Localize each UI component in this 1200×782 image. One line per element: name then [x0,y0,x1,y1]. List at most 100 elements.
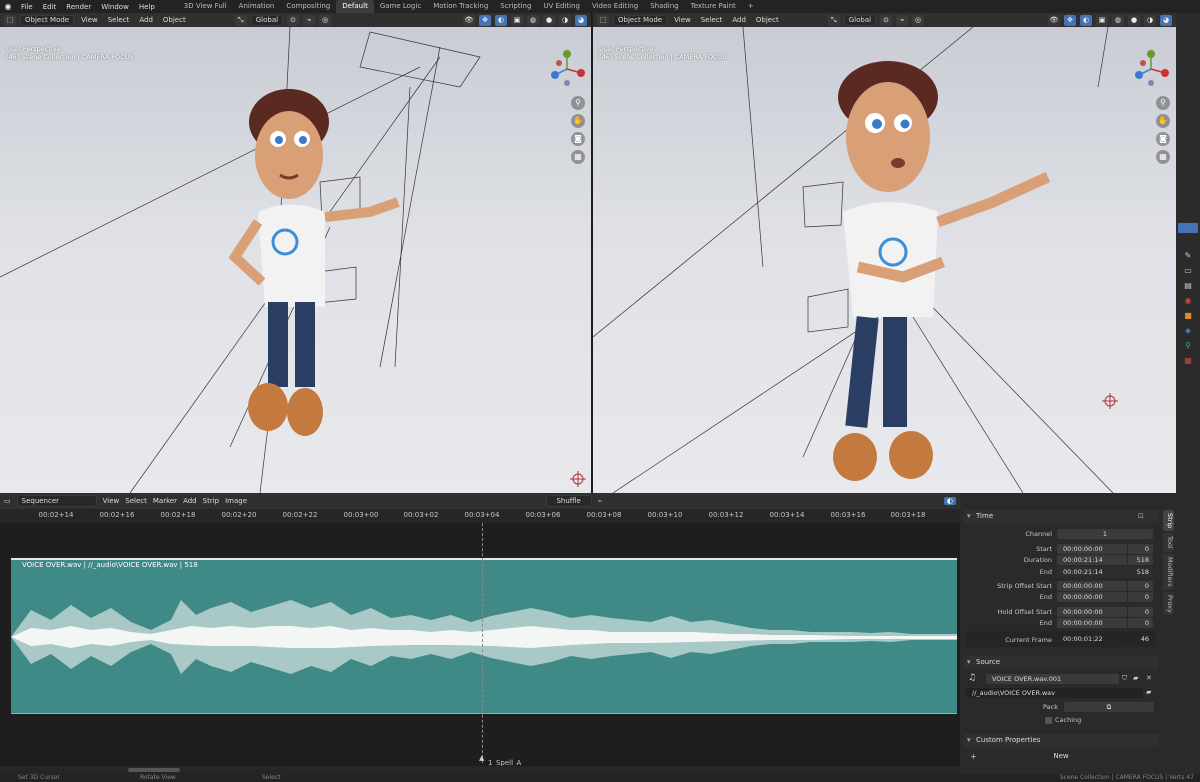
proportional-icon[interactable]: ◎ [319,14,332,26]
navigation-gizmo[interactable] [1131,49,1171,89]
xray-icon[interactable]: ▣ [1096,14,1108,26]
menu-add[interactable]: Add [183,497,197,505]
viewport-right-canvas[interactable]: User Perspective (46) Scene Collection |… [593,27,1176,493]
menu-add[interactable]: Add [729,16,749,24]
transform-orientation-icon[interactable]: ⤡ [234,14,247,26]
menu-add[interactable]: Add [136,16,156,24]
menu-view[interactable]: View [78,16,101,24]
strip-offset-start-field[interactable]: 00:00:00:00 [1057,581,1127,591]
mode-dropdown[interactable]: Object Mode [20,14,75,26]
constraint-icon[interactable]: ⚲ [1176,341,1200,350]
snap-icon[interactable]: ⌁ [896,14,909,26]
sound-icon[interactable]: ♫ [968,673,976,683]
start-field[interactable]: 00:00:00:00 [1057,544,1127,554]
menu-strip[interactable]: Strip [203,497,219,505]
folder-icon[interactable]: ▰ [1133,674,1138,682]
shading-material-icon[interactable]: ◑ [1144,14,1156,26]
gizmo-toggle-icon[interactable]: ✥ [1064,14,1076,26]
horizontal-scrollbar[interactable] [0,766,960,774]
viewport-left[interactable]: ⬚ Object Mode View Select Add Object ⤡ G… [0,13,591,493]
pivot-icon[interactable]: ⊙ [880,14,893,26]
shading-wire-icon[interactable]: ◍ [527,14,539,26]
menu-select[interactable]: Select [698,16,726,24]
hold-offset-start-frame-field[interactable]: 0 [1128,607,1153,617]
sequencer-type-dropdown[interactable]: Sequencer [16,495,97,507]
strip-offset-start-frame-field[interactable]: 0 [1128,581,1153,591]
zoom-icon[interactable]: ⚲ [1156,96,1170,110]
menu-view[interactable]: View [671,16,694,24]
gizmo-toggle-icon[interactable]: ✥ [479,14,491,26]
start-frame-field[interactable]: 0 [1128,544,1153,554]
scene-icon[interactable]: ◉ [1176,296,1200,305]
tab-animation[interactable]: Animation [233,0,281,13]
orientation-dropdown[interactable]: Global [843,14,877,26]
tool-icon[interactable]: ✎ [1176,251,1200,260]
tab-video-editing[interactable]: Video Editing [586,0,644,13]
grid-ortho-icon[interactable]: ▦ [571,150,585,164]
tab-shading[interactable]: Shading [644,0,684,13]
new-property-button[interactable]: New [966,751,1156,762]
camera-icon[interactable]: ◙ [1156,132,1170,146]
scrollbar-thumb[interactable] [128,768,180,772]
tab-compositing[interactable]: Compositing [280,0,336,13]
duration-field[interactable]: 00:00:21:14 [1057,555,1127,565]
time-panel-header[interactable]: Time [964,510,1158,523]
marker-icon[interactable]: ▲ [479,754,484,762]
active-tab-indicator[interactable] [1178,223,1198,233]
output-icon[interactable]: ▤ [1176,281,1200,290]
menu-select[interactable]: Select [105,16,133,24]
tab-default[interactable]: Default [336,0,374,13]
tab-3d-view-full[interactable]: 3D View Full [178,0,233,13]
pan-hand-icon[interactable]: ✋ [571,114,585,128]
pivot-icon[interactable]: ⊙ [287,14,300,26]
menu-window[interactable]: Window [96,3,134,11]
snap-icon[interactable]: ⌁ [598,497,602,505]
render-icon[interactable]: ▭ [1176,266,1200,275]
file-browse-icon[interactable]: ▰ [1146,688,1151,696]
hold-offset-end-frame-field[interactable]: 0 [1128,618,1153,628]
menu-render[interactable]: Render [61,3,96,11]
orientation-dropdown[interactable]: Global [250,14,284,26]
tab-scripting[interactable]: Scripting [494,0,537,13]
source-panel-header[interactable]: Source [964,656,1158,669]
visibility-icon[interactable]: 👁 [1048,14,1060,26]
custom-properties-header[interactable]: Custom Properties [964,734,1158,747]
hold-offset-end-field[interactable]: 00:00:00:00 [1057,618,1127,628]
navigation-gizmo[interactable] [547,49,587,89]
overlay-toggle-icon[interactable]: ◐ [495,14,507,26]
proportional-icon[interactable]: ◎ [912,14,925,26]
tab-tool[interactable]: Tool [1163,533,1174,552]
pan-hand-icon[interactable]: ✋ [1156,114,1170,128]
blender-logo-icon[interactable]: ◉ [0,2,16,11]
mode-dropdown[interactable]: Object Mode [613,14,668,26]
tab-uv-editing[interactable]: UV Editing [537,0,586,13]
object-icon[interactable]: ■ [1176,311,1200,320]
shading-rendered-icon[interactable]: ◕ [1160,14,1172,26]
duration-frames-field[interactable]: 518 [1128,555,1153,565]
editor-type-icon[interactable]: ⬚ [4,14,16,26]
viewport-right[interactable]: ⬚ Object Mode View Select Add Object ⤡ G… [593,13,1176,493]
modifier-icon[interactable]: ◈ [1176,326,1200,335]
strip-offset-end-frame-field[interactable]: 0 [1128,592,1153,602]
tab-motion-tracking[interactable]: Motion Tracking [427,0,494,13]
menu-select[interactable]: Select [125,497,147,505]
tab-strip[interactable]: Strip [1163,510,1174,532]
zoom-icon[interactable]: ⚲ [571,96,585,110]
channel-field[interactable]: 1 [1057,529,1153,539]
strip-offset-end-field[interactable]: 00:00:00:00 [1057,592,1127,602]
shading-wire-icon[interactable]: ◍ [1112,14,1124,26]
menu-help[interactable]: Help [134,3,160,11]
menu-object[interactable]: Object [753,16,782,24]
menu-image[interactable]: Image [225,497,247,505]
unlink-icon[interactable]: ✕ [1146,674,1152,682]
pack-button[interactable]: ⧉ [1064,702,1154,712]
viewport-left-canvas[interactable]: User Perspective (46) Scene Collection |… [0,27,591,493]
editor-type-icon[interactable]: ⬚ [597,14,609,26]
transform-orientation-icon[interactable]: ⤡ [827,14,840,26]
grid-ortho-icon[interactable]: ▦ [1156,150,1170,164]
timeline-ruler[interactable]: 00:02+14 00:02+16 00:02+18 00:02+20 00:0… [0,509,960,523]
menu-file[interactable]: File [16,3,38,11]
sound-strip[interactable] [11,558,957,714]
texture-icon[interactable]: ▦ [1176,356,1200,365]
overlap-mode-dropdown[interactable]: Shuffle [545,495,592,507]
